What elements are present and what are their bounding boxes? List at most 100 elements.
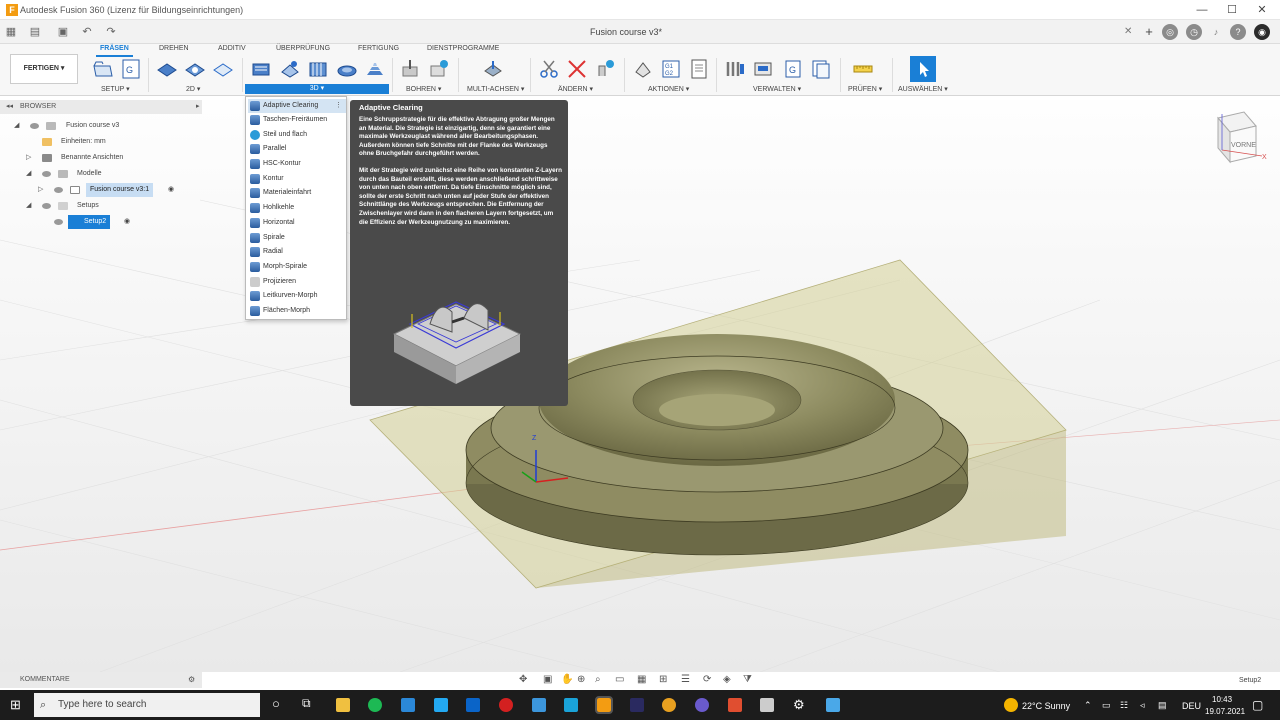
vpn-app-icon[interactable] <box>532 698 546 712</box>
select-cursor-icon[interactable] <box>910 56 936 82</box>
clock-date[interactable]: 19.07.2021 <box>1205 707 1245 716</box>
visibility-eye-icon[interactable] <box>54 219 63 225</box>
menu-item-materialeinfahrt[interactable]: Materialeinfahrt <box>248 186 346 200</box>
2d-pocket-icon[interactable] <box>184 58 206 80</box>
fusion360-taskbar-icon[interactable] <box>595 696 613 714</box>
menu-item-parallel[interactable]: Parallel <box>248 142 346 156</box>
look-at-icon[interactable]: ▣ <box>543 674 552 685</box>
opera-icon[interactable] <box>499 698 513 712</box>
visibility-eye-icon[interactable] <box>30 123 39 129</box>
activate-radio-icon[interactable]: ◉ <box>168 183 174 197</box>
menu-item-flaechen-morph[interactable]: Flächen-Morph <box>248 304 346 318</box>
visibility-eye-icon[interactable] <box>54 187 63 193</box>
job-status-icon[interactable]: ◷ <box>1186 24 1202 40</box>
new-tab-icon[interactable]: + <box>1142 25 1156 39</box>
expand-triangle-icon[interactable]: ▷ <box>26 151 31 165</box>
simulation-icon[interactable]: ⟳ <box>703 674 711 685</box>
group-auswaehlen[interactable]: AUSWÄHLEN ▾ <box>898 85 948 93</box>
menu-item-spirale[interactable]: Spirale <box>248 231 346 245</box>
template-library-icon[interactable] <box>810 58 832 80</box>
group-bohren[interactable]: BOHREN ▾ <box>406 85 441 93</box>
display-settings-icon[interactable]: ▭ <box>615 674 624 685</box>
expand-triangle-icon[interactable]: ◢ <box>26 167 31 181</box>
menu-item-taschen[interactable]: Taschen-Freiräumen <box>248 113 346 127</box>
file-explorer-icon[interactable] <box>336 698 350 712</box>
extensions-icon[interactable]: ◎ <box>1162 24 1178 40</box>
battery-icon[interactable]: ▭ <box>1102 700 1111 711</box>
comments-panel[interactable]: KOMMENTARE ⚙ <box>0 672 202 688</box>
filter-icon[interactable]: ⧩ <box>743 674 752 685</box>
expand-triangle-icon[interactable]: ▷ <box>38 183 43 197</box>
security-shield-icon[interactable] <box>760 698 774 712</box>
visibility-eye-icon[interactable] <box>42 203 51 209</box>
orbit-icon[interactable]: ✥ <box>519 674 527 685</box>
post-process-icon[interactable]: G1G2 <box>660 58 682 80</box>
help-icon[interactable]: ? <box>1230 24 1246 40</box>
volume-icon[interactable]: ◃ <box>1140 700 1145 711</box>
clock-time[interactable]: 10:43 <box>1212 695 1232 704</box>
tree-item-models[interactable]: ◢ Modelle <box>0 167 202 181</box>
visual-style-icon[interactable]: ◈ <box>723 674 731 685</box>
tree-item-units[interactable]: Einheiten: mm <box>0 135 202 149</box>
maximize-button[interactable]: ☐ <box>1218 2 1246 18</box>
activate-radio-icon[interactable]: ◉ <box>124 215 130 229</box>
tree-item-root[interactable]: ◢ Fusion course v3 <box>0 119 202 133</box>
save-icon[interactable]: ▣ <box>56 25 70 39</box>
viewports-icon[interactable]: ⊞ <box>659 674 667 685</box>
menu-item-kontur[interactable]: Kontur <box>248 172 346 186</box>
menu-item-steil-flach[interactable]: Steil und flach <box>248 128 346 142</box>
new-setup-icon[interactable] <box>92 58 114 80</box>
group-multi-achsen[interactable]: MULTI-ACHSEN ▾ <box>467 85 524 93</box>
menu-item-radial[interactable]: Radial <box>248 245 346 259</box>
close-document-icon[interactable]: ✕ <box>1124 26 1132 37</box>
tree-item-model-component[interactable]: ▷ Fusion course v3:1 ◉ <box>0 183 202 197</box>
menu-item-morph-spirale[interactable]: Morph-Spirale <box>248 260 346 274</box>
undo-icon[interactable]: ↶ <box>80 25 94 39</box>
zoom-window-icon[interactable]: ⌕ <box>595 674 601 685</box>
action-center-icon[interactable]: ▢ <box>1252 698 1263 712</box>
weather-sun-icon[interactable] <box>1004 698 1018 712</box>
photos-app-icon[interactable] <box>826 698 840 712</box>
close-window-button[interactable]: ✕ <box>1248 2 1276 18</box>
davinci-icon[interactable] <box>695 698 709 712</box>
comments-settings-icon[interactable]: ⚙ <box>188 672 195 688</box>
tree-item-named-views[interactable]: ▷ Benannte Ansichten <box>0 151 202 165</box>
collapse-icon[interactable]: ◂◂ <box>6 100 13 114</box>
zoom-icon[interactable]: ⊕ <box>577 674 585 685</box>
group-2d[interactable]: 2D ▾ <box>186 85 200 93</box>
tab-fertigung[interactable]: FERTIGUNG <box>358 45 399 52</box>
taskbar-search-box[interactable]: ⌕ Type here to search <box>34 693 260 717</box>
more-options-icon[interactable]: ⋮ <box>335 99 342 113</box>
group-aktionen[interactable]: AKTIONEN ▾ <box>648 85 689 93</box>
section-icon[interactable]: ☰ <box>681 674 690 685</box>
group-aendern[interactable]: ÄNDERN ▾ <box>558 85 593 93</box>
visibility-eye-icon[interactable] <box>42 171 51 177</box>
menu-item-leitkurven-morph[interactable]: Leitkurven-Morph <box>248 289 346 303</box>
tab-fraesen[interactable]: FRÄSEN <box>96 45 133 57</box>
tree-item-setups[interactable]: ◢ Setups <box>0 199 202 213</box>
notifications-icon[interactable]: ♪ <box>1208 24 1224 40</box>
3d-horizontal-icon[interactable] <box>364 58 386 80</box>
outlook-icon[interactable] <box>466 698 480 712</box>
group-verwalten[interactable]: VERWALTEN ▾ <box>753 85 801 93</box>
setup-sheet-icon[interactable] <box>688 58 710 80</box>
hole-recognition-icon[interactable] <box>428 58 450 80</box>
stripes-app-icon[interactable] <box>728 698 742 712</box>
chrome-icon[interactable] <box>662 698 676 712</box>
spotify-icon[interactable] <box>368 698 382 712</box>
grid-settings-icon[interactable]: ▦ <box>637 674 646 685</box>
menu-item-hsc-kontur[interactable]: HSC-Kontur <box>248 157 346 171</box>
simulate-icon[interactable] <box>632 58 654 80</box>
group-setup[interactable]: SETUP ▾ <box>101 85 130 93</box>
camtasia-icon[interactable] <box>564 698 578 712</box>
settings-gear-icon[interactable]: ⚙ <box>793 697 805 713</box>
delete-toolpath-icon[interactable] <box>566 58 588 80</box>
tab-additiv[interactable]: ADDITIV <box>218 45 246 52</box>
tool-edit-icon[interactable] <box>594 58 616 80</box>
input-language[interactable]: DEU <box>1182 701 1201 711</box>
keyboard-icon[interactable]: ▤ <box>1158 700 1167 711</box>
task-view-icon[interactable]: ⧉ <box>302 696 311 711</box>
vscode-icon[interactable] <box>434 698 448 712</box>
tool-library-icon[interactable] <box>724 58 746 80</box>
user-avatar[interactable]: ◉ <box>1254 24 1270 40</box>
